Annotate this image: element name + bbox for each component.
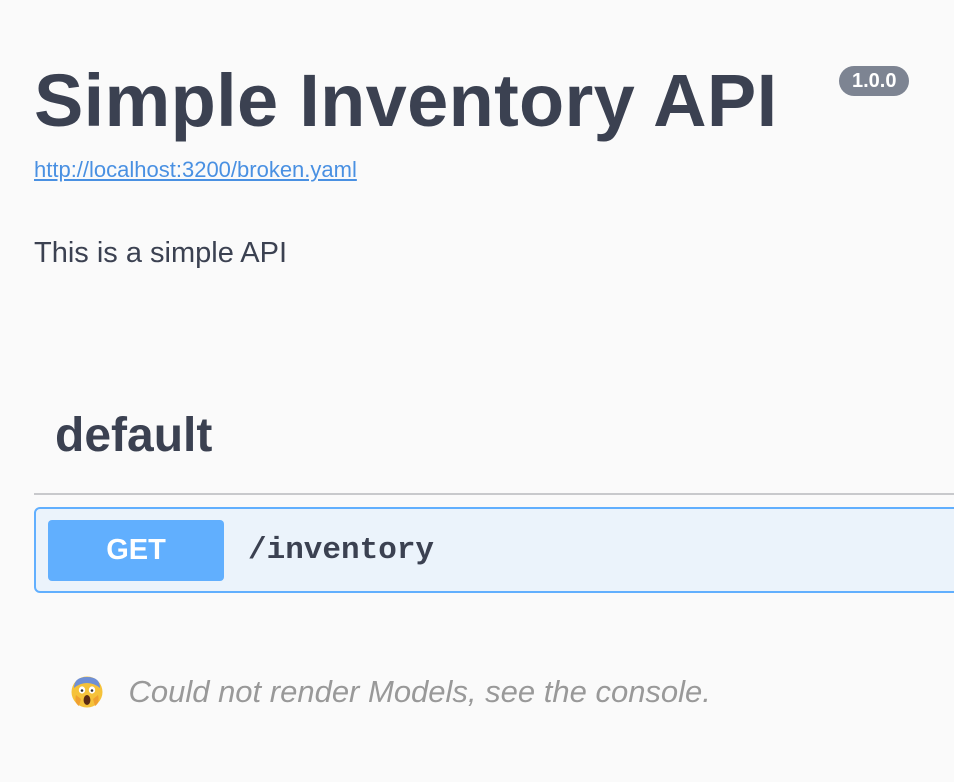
- spec-url-link[interactable]: http://localhost:3200/broken.yaml: [34, 157, 357, 183]
- models-error-message: Could not render Models, see the console…: [70, 674, 711, 710]
- info-header: Simple Inventory API 1.0.0: [34, 56, 910, 146]
- models-error-text: Could not render Models, see the console…: [128, 674, 711, 709]
- version-badge: 1.0.0: [839, 66, 910, 96]
- api-description: This is a simple API: [34, 237, 288, 269]
- tag-heading-default[interactable]: default: [55, 408, 212, 463]
- method-badge: GET: [48, 520, 224, 581]
- api-title: Simple Inventory API: [34, 59, 778, 142]
- face-screaming-icon: [71, 676, 103, 708]
- operation-path: /inventory: [248, 533, 435, 568]
- operation-get-inventory[interactable]: GET /inventory: [34, 507, 954, 593]
- tag-divider: [34, 493, 954, 495]
